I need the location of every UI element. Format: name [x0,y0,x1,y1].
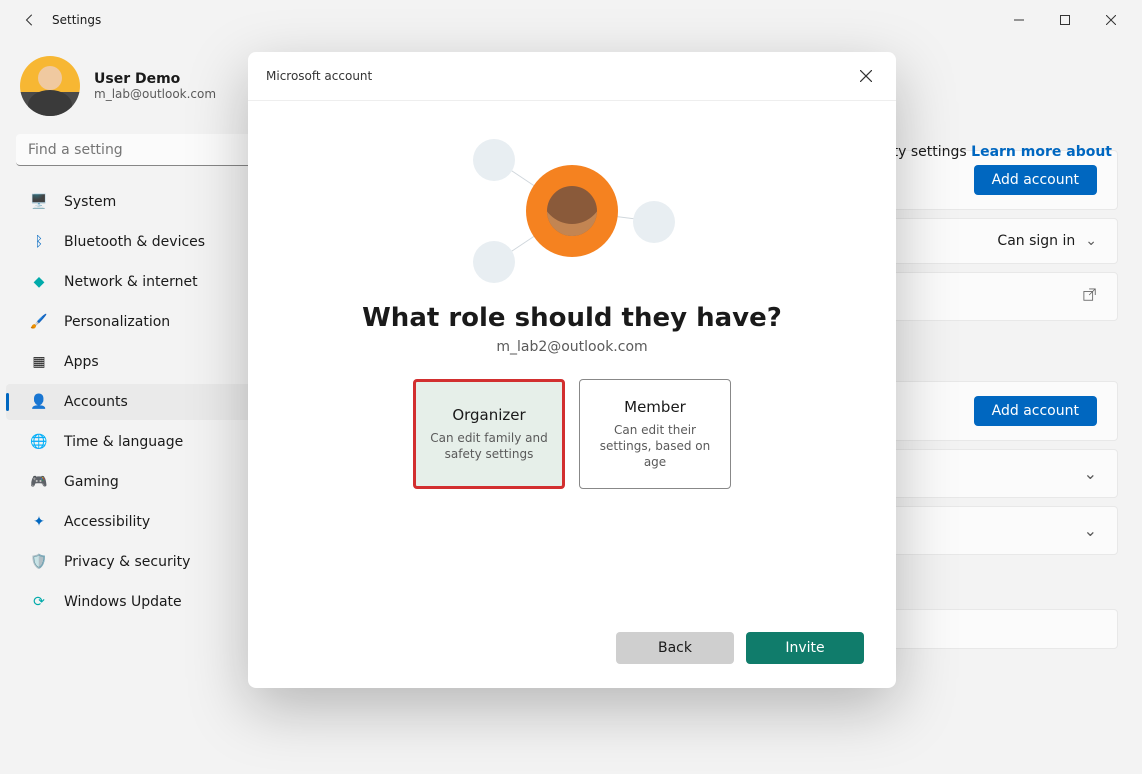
maximize-button[interactable] [1042,4,1088,36]
add-account-button-2[interactable]: Add account [974,396,1097,426]
role-dialog: Microsoft account What role should they … [248,52,896,688]
sidebar-item-label: Personalization [64,314,170,330]
sidebar-item-label: Privacy & security [64,554,190,570]
role-desc: Can edit family and safety settings [428,430,550,462]
role-title: Organizer [452,406,525,424]
dialog-close-button[interactable] [854,64,878,88]
add-account-button[interactable]: Add account [974,165,1097,195]
chevron-down-icon: ⌄ [1084,521,1097,540]
close-button[interactable] [1088,4,1134,36]
avatar [20,56,80,116]
sidebar-item-label: Windows Update [64,594,182,610]
person-icon: 👤 [30,393,48,411]
dialog-heading: What role should they have? [362,303,782,333]
minimize-button[interactable] [996,4,1042,36]
shield-icon: 🛡️ [30,553,48,571]
titlebar: Settings [0,0,1142,40]
sidebar-item-label: Accounts [64,394,128,410]
family-illustration [467,131,677,291]
chevron-down-icon: ⌄ [1085,233,1097,249]
sidebar-item-label: Apps [64,354,99,370]
role-title: Member [624,398,686,416]
role-desc: Can edit their settings, based on age [592,422,718,471]
bluetooth-icon: ᛒ [30,233,48,251]
accessibility-icon: ✦ [30,513,48,531]
sidebar-item-label: Accessibility [64,514,150,530]
update-icon: ⟳ [30,593,48,611]
chevron-down-icon: ⌄ [1084,464,1097,483]
sidebar-item-label: Bluetooth & devices [64,234,205,250]
clock-icon: 🌐 [30,433,48,451]
learn-more-link[interactable]: Learn more about [971,144,1112,160]
user-name: User Demo [94,71,216,87]
back-button[interactable]: Back [616,632,734,664]
learn-more-strip: afety settings Learn more about [871,144,1112,160]
dialog-title: Microsoft account [266,69,372,83]
invite-button[interactable]: Invite [746,632,864,664]
role-option-organizer[interactable]: Organizer Can edit family and safety set… [413,379,565,489]
sign-in-dropdown[interactable]: Can sign in ⌄ [997,233,1097,249]
wifi-icon: ◆ [30,273,48,291]
user-email: m_lab@outlook.com [94,87,216,101]
sign-in-label: Can sign in [997,233,1075,249]
gamepad-icon: 🎮 [30,473,48,491]
role-option-member[interactable]: Member Can edit their settings, based on… [579,379,731,489]
search-input[interactable] [16,134,284,166]
paintbrush-icon: 🖌️ [30,313,48,331]
dialog-email: m_lab2@outlook.com [496,339,647,355]
sidebar-item-label: Time & language [64,434,183,450]
sidebar-item-label: Gaming [64,474,119,490]
back-button[interactable] [22,12,38,28]
open-external-icon [1083,287,1097,306]
sidebar-item-label: Network & internet [64,274,198,290]
apps-icon: ▦ [30,353,48,371]
sidebar-item-label: System [64,194,116,210]
window-title: Settings [52,13,101,27]
display-icon: 🖥️ [30,193,48,211]
